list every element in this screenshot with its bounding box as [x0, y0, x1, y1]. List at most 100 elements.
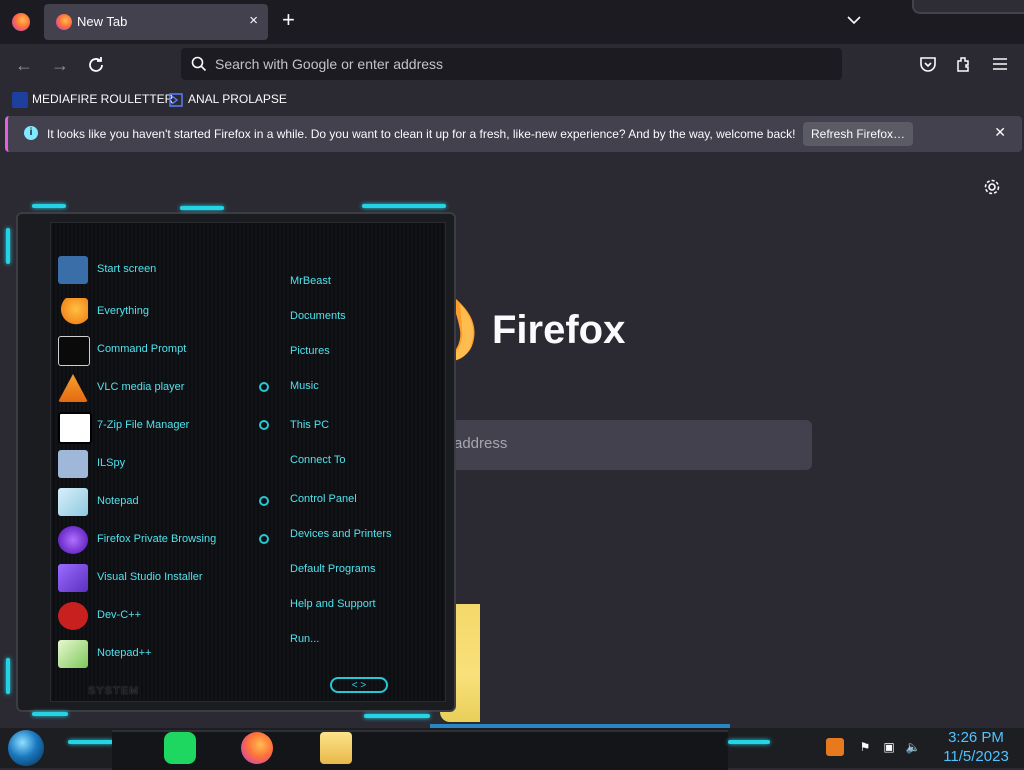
tab-strip: New Tab × + [0, 0, 1024, 44]
program-label: Visual Studio Installer [97, 571, 203, 583]
program-7zip[interactable]: 7-Zip File Manager [58, 410, 248, 444]
frame-accent [362, 204, 446, 208]
bookmark-mediafire[interactable]: MEDIAFIRE ROULETTER [12, 90, 173, 108]
program-start-screen[interactable]: Start screen [58, 254, 248, 286]
tab-close-button[interactable]: × [249, 12, 258, 29]
navigation-toolbar: ← → Search with Google or enter address [0, 44, 1024, 86]
program-command-prompt[interactable]: Command Prompt [58, 334, 248, 366]
magnifier-icon [58, 298, 88, 326]
place-run[interactable]: Run... [290, 633, 319, 645]
flag-icon[interactable]: ⚑ [856, 738, 874, 756]
place-this-pc[interactable]: This PC [290, 419, 329, 431]
program-label: Start screen [97, 263, 157, 275]
volume-icon[interactable]: 🔈 [904, 738, 922, 756]
private-browsing-icon [58, 526, 88, 554]
place-help-support[interactable]: Help and Support [290, 598, 376, 610]
submenu-arrow-icon[interactable] [259, 534, 269, 544]
sigma-icon [169, 93, 183, 107]
start-screen-icon [58, 256, 88, 284]
taskbar-accent [728, 740, 770, 744]
vs-installer-icon [58, 564, 88, 592]
place-documents[interactable]: Documents [290, 310, 346, 322]
network-icon[interactable]: ▣ [880, 738, 898, 756]
bookmark-label: ANAL PROLAPSE [188, 92, 287, 106]
file-explorer-icon[interactable] [320, 732, 352, 764]
menu-nav-arrows[interactable]: < > [330, 677, 388, 693]
ilspy-icon [58, 450, 88, 478]
program-notepad[interactable]: Notepad [58, 486, 248, 518]
program-firefox-private[interactable]: Firefox Private Browsing [58, 524, 248, 556]
extensions-icon[interactable] [954, 54, 974, 74]
program-vlc[interactable]: VLC media player [58, 372, 248, 404]
window-decoration [912, 0, 1024, 14]
devcpp-icon [58, 602, 88, 630]
place-default-programs[interactable]: Default Programs [290, 563, 376, 575]
program-ilspy[interactable]: ILSpy [58, 448, 248, 480]
notes-app-icon[interactable] [164, 732, 196, 764]
program-label: Dev-C++ [97, 609, 142, 621]
frame-accent [32, 204, 66, 208]
reload-icon[interactable] [85, 54, 107, 76]
submenu-arrow-icon[interactable] [259, 382, 269, 392]
bookmark-anal-prolapse[interactable]: ANAL PROLAPSE [168, 90, 287, 108]
submenu-arrow-icon[interactable] [259, 496, 269, 506]
frame-accent [32, 712, 68, 716]
place-music[interactable]: Music [290, 380, 319, 392]
firefox-icon[interactable] [241, 732, 273, 764]
taskbar-accent [68, 740, 114, 744]
program-notepadpp[interactable]: Notepad++ [58, 638, 248, 670]
refresh-firefox-notification: i It looks like you haven't started Fire… [5, 116, 1022, 152]
vlc-cone-icon [58, 374, 88, 402]
program-vs-installer[interactable]: Visual Studio Installer [58, 562, 248, 594]
java-update-icon[interactable] [826, 738, 844, 756]
program-label: 7-Zip File Manager [97, 419, 190, 431]
7zip-icon [58, 412, 92, 444]
submenu-arrow-icon[interactable] [259, 420, 269, 430]
back-arrow-icon[interactable]: ← [13, 54, 35, 76]
program-label: Firefox Private Browsing [97, 533, 217, 545]
gear-icon[interactable] [983, 178, 1001, 196]
program-label: Notepad [97, 495, 139, 507]
program-everything[interactable]: Everything [58, 296, 248, 328]
place-mrbeast[interactable]: MrBeast [290, 275, 331, 287]
clock[interactable]: 3:26 PM 11/5/2023 [936, 728, 1016, 766]
brand-wordmark: Firefox [492, 308, 626, 352]
notification-text: It looks like you haven't started Firefo… [47, 127, 796, 141]
refresh-firefox-button[interactable]: Refresh Firefox… [803, 122, 913, 146]
frame-accent [6, 658, 10, 694]
place-control-panel[interactable]: Control Panel [290, 493, 357, 505]
start-orb-icon[interactable] [8, 730, 44, 766]
pocket-icon[interactable] [918, 54, 938, 74]
firefox-view-icon[interactable] [12, 13, 30, 31]
frame-accent [364, 714, 430, 718]
home-search-box[interactable]: address [420, 420, 812, 470]
taskbar-dock [112, 730, 728, 770]
hamburger-menu-icon[interactable] [990, 54, 1010, 74]
tab-title: New Tab [77, 14, 128, 29]
place-pictures[interactable]: Pictures [290, 345, 330, 357]
cmd-icon [58, 336, 90, 366]
frame-accent [6, 228, 10, 264]
place-connect-to[interactable]: Connect To [290, 454, 345, 466]
program-label: Notepad++ [97, 647, 152, 659]
program-devcpp[interactable]: Dev-C++ [58, 600, 248, 632]
notepadpp-icon [58, 640, 88, 668]
clock-time: 3:26 PM [948, 729, 1004, 746]
home-search-placeholder: address [454, 435, 508, 452]
program-label: ILSpy [97, 457, 126, 469]
clock-date: 11/5/2023 [943, 748, 1009, 765]
address-input[interactable]: Search with Google or enter address [215, 56, 443, 72]
mf-badge-icon [12, 91, 28, 108]
new-tab-button[interactable]: + [282, 9, 295, 31]
search-icon [191, 56, 207, 72]
notepad-icon [58, 488, 88, 516]
bookmarks-toolbar: MEDIAFIRE ROULETTER ANAL PROLAPSE [0, 86, 1024, 112]
forward-arrow-icon[interactable]: → [49, 54, 71, 76]
close-notification-icon[interactable]: ✕ [994, 124, 1006, 141]
chevron-down-icon[interactable] [846, 12, 862, 28]
frame-accent [180, 206, 224, 210]
address-bar[interactable]: Search with Google or enter address [181, 48, 842, 80]
place-devices-printers[interactable]: Devices and Printers [290, 528, 392, 540]
program-label: VLC media player [97, 381, 185, 393]
tab-new-tab[interactable]: New Tab × [44, 4, 268, 40]
